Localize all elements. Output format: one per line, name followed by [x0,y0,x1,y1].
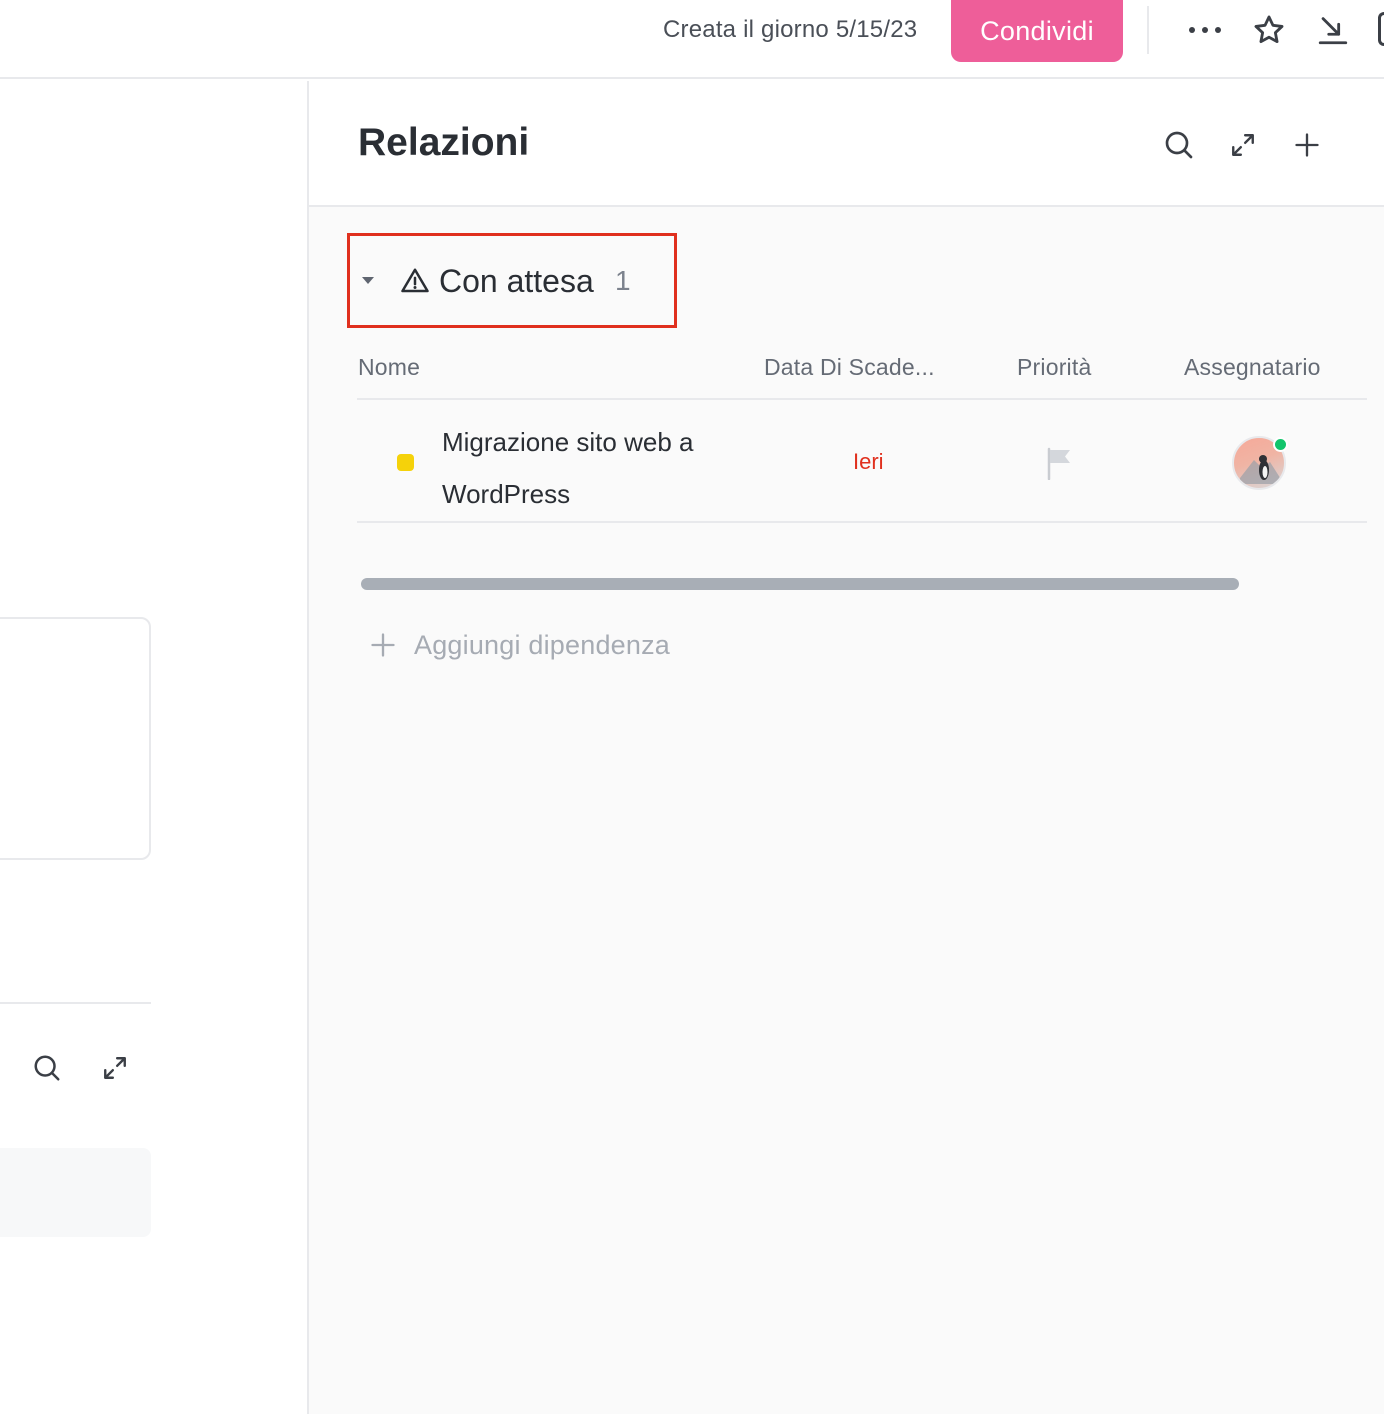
share-button[interactable]: Condividi [951,0,1123,62]
due-date[interactable]: Ieri [853,449,884,475]
page: Creata il giorno 5/15/23 Condividi Relaz… [0,0,1384,1414]
expand-icon[interactable] [1221,123,1265,167]
flag-icon[interactable] [1045,446,1075,480]
column-header-due-date[interactable]: Data Di Scade... [764,354,935,381]
status-indicator[interactable] [397,454,414,471]
collapse-caret-icon[interactable] [362,277,374,284]
column-header-name[interactable]: Nome [358,354,420,381]
plus-icon[interactable] [1285,123,1329,167]
divider [1147,6,1149,54]
relations-header: Relazioni [309,81,1384,207]
group-label: Con attesa [439,263,594,299]
left-card [0,617,151,860]
download-icon[interactable] [1313,10,1353,50]
column-header-priority[interactable]: Priorità [1017,354,1091,381]
online-status-indicator [1273,437,1288,452]
panel-edge-icon[interactable] [1378,12,1384,46]
group-count: 1 [615,265,631,296]
left-input-area[interactable] [0,1148,151,1237]
more-icon[interactable] [1185,10,1225,50]
search-icon[interactable] [1157,123,1201,167]
group-header-waiting-on[interactable]: Con attesa 1 [347,233,677,328]
column-header-assignee[interactable]: Assegnatario [1184,354,1321,381]
plus-icon [371,633,395,657]
add-dependency-label: Aggiungi dipendenza [414,629,671,660]
created-date: Creata il giorno 5/15/23 [663,16,918,43]
panel-title: Relazioni [358,121,530,164]
star-icon[interactable] [1249,10,1289,50]
warning-icon [401,268,429,293]
expand-icon[interactable] [95,1048,135,1088]
top-bar: Creata il giorno 5/15/23 Condividi [0,0,1384,79]
left-panel [0,81,307,1414]
table-row[interactable]: Migrazione sito web a WordPress Ieri [357,400,1367,523]
relations-panel: Relazioni Con attesa 1 Nome Data Di Scad… [309,81,1384,1414]
add-dependency-button[interactable]: Aggiungi dipendenza [369,625,670,665]
horizontal-scrollbar[interactable] [361,578,1239,590]
search-icon[interactable] [27,1048,67,1088]
task-name[interactable]: Migrazione sito web a WordPress [442,416,742,520]
divider [0,1002,151,1004]
